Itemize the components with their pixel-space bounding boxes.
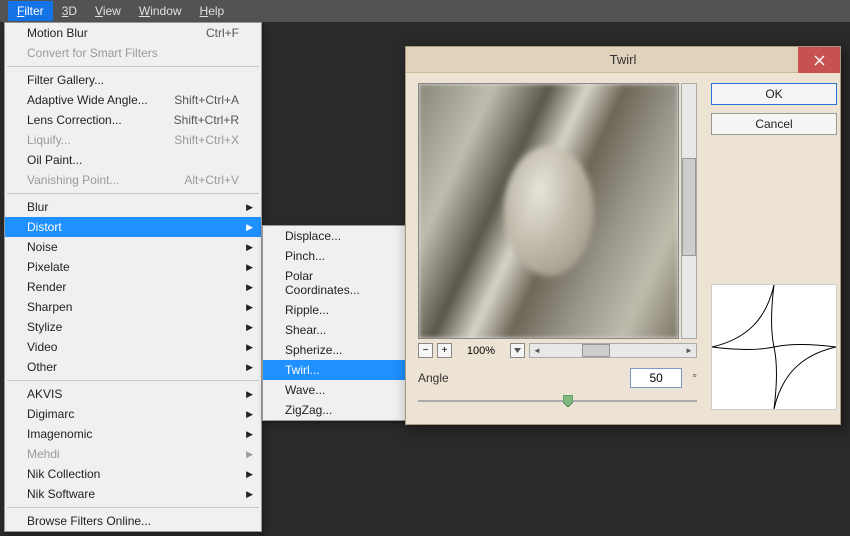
submenu-arrow-icon: ▶ (246, 362, 253, 373)
menubar: Filter3DViewWindowHelp (0, 0, 850, 22)
submenu-arrow-icon: ▶ (246, 449, 253, 460)
dialog-right-column: OK Cancel (711, 83, 837, 410)
submenu-arrow-icon: ▶ (246, 282, 253, 293)
menubar-item-window[interactable]: Window (130, 1, 191, 21)
dialog-titlebar[interactable]: Twirl (406, 47, 840, 73)
close-button[interactable] (798, 47, 840, 73)
menu-item-distort[interactable]: Distort▶ (5, 217, 261, 237)
scroll-right-arrow[interactable]: ► (682, 344, 696, 357)
menu-item-video[interactable]: Video▶ (5, 337, 261, 357)
distort-submenu: Displace...Pinch...Polar Coordinates...R… (262, 225, 408, 421)
menu-item-akvis[interactable]: AKVIS▶ (5, 384, 261, 404)
dialog-title: Twirl (610, 52, 637, 67)
submenu-arrow-icon: ▶ (246, 342, 253, 353)
submenu-arrow-icon: ▶ (246, 322, 253, 333)
submenu-arrow-icon: ▶ (246, 202, 253, 213)
menu-item-other[interactable]: Other▶ (5, 357, 261, 377)
submenu-item-spherize[interactable]: Spherize... (263, 340, 407, 360)
menu-item-adaptive-wide-angle[interactable]: Adaptive Wide Angle...Shift+Ctrl+A (5, 90, 261, 110)
menubar-item-view[interactable]: View (86, 1, 130, 21)
submenu-arrow-icon: ▶ (246, 242, 253, 253)
menu-item-motion-blur[interactable]: Motion BlurCtrl+F (5, 23, 261, 43)
degree-symbol: ° (692, 371, 697, 385)
menu-item-oil-paint[interactable]: Oil Paint... (5, 150, 261, 170)
menu-item-noise[interactable]: Noise▶ (5, 237, 261, 257)
close-icon (814, 55, 825, 66)
submenu-arrow-icon: ▶ (246, 429, 253, 440)
menu-item-digimarc[interactable]: Digimarc▶ (5, 404, 261, 424)
zoom-dropdown[interactable] (510, 343, 525, 358)
submenu-item-twirl[interactable]: Twirl... (263, 360, 407, 380)
submenu-arrow-icon: ▶ (246, 469, 253, 480)
submenu-arrow-icon: ▶ (246, 389, 253, 400)
twirl-dialog: Twirl − + 100% (405, 46, 841, 425)
menu-separator (7, 66, 259, 67)
submenu-arrow-icon: ▶ (246, 222, 253, 233)
menu-item-blur[interactable]: Blur▶ (5, 197, 261, 217)
menu-item-pixelate[interactable]: Pixelate▶ (5, 257, 261, 277)
scrollbar-thumb[interactable] (582, 344, 610, 357)
menu-item-render[interactable]: Render▶ (5, 277, 261, 297)
menu-item-stylize[interactable]: Stylize▶ (5, 317, 261, 337)
menu-item-convert-for-smart-filters: Convert for Smart Filters (5, 43, 261, 63)
menu-separator (7, 193, 259, 194)
submenu-item-wave[interactable]: Wave... (263, 380, 407, 400)
submenu-item-displace[interactable]: Displace... (263, 226, 407, 246)
menu-item-mehdi: Mehdi▶ (5, 444, 261, 464)
ok-button[interactable]: OK (711, 83, 837, 105)
submenu-item-ripple[interactable]: Ripple... (263, 300, 407, 320)
dialog-body: − + 100% ◄ ► Angle ° (406, 73, 840, 424)
cancel-button[interactable]: Cancel (711, 113, 837, 135)
menubar-item-filter[interactable]: Filter (8, 1, 53, 21)
menu-item-vanishing-point: Vanishing Point...Alt+Ctrl+V (5, 170, 261, 190)
angle-label: Angle (418, 371, 449, 385)
preview-wrap (418, 83, 697, 339)
menu-separator (7, 507, 259, 508)
angle-slider[interactable] (418, 392, 697, 410)
menu-item-imagenomic[interactable]: Imagenomic▶ (5, 424, 261, 444)
angle-input[interactable] (630, 368, 682, 388)
menu-item-liquify: Liquify...Shift+Ctrl+X (5, 130, 261, 150)
scrollbar-thumb[interactable] (682, 158, 696, 256)
submenu-arrow-icon: ▶ (246, 489, 253, 500)
submenu-item-shear[interactable]: Shear... (263, 320, 407, 340)
dialog-left-column: − + 100% ◄ ► Angle ° (418, 83, 697, 410)
menu-item-sharpen[interactable]: Sharpen▶ (5, 297, 261, 317)
slider-track (418, 400, 697, 402)
twirl-curve-icon (712, 285, 836, 409)
submenu-arrow-icon: ▶ (246, 262, 253, 273)
submenu-item-polar-coordinates[interactable]: Polar Coordinates... (263, 266, 407, 300)
submenu-item-pinch[interactable]: Pinch... (263, 246, 407, 266)
slider-thumb[interactable] (563, 395, 573, 407)
twirl-curve-preview (711, 284, 837, 410)
menu-item-browse-filters-online[interactable]: Browse Filters Online... (5, 511, 261, 531)
zoom-in-button[interactable]: + (437, 343, 452, 358)
preview-image-subject (504, 146, 594, 276)
filter-dropdown: Motion BlurCtrl+FConvert for Smart Filte… (4, 22, 262, 532)
preview-horizontal-scrollbar[interactable]: ◄ ► (529, 343, 697, 358)
submenu-arrow-icon: ▶ (246, 409, 253, 420)
zoom-value: 100% (456, 345, 506, 357)
menu-item-nik-software[interactable]: Nik Software▶ (5, 484, 261, 504)
zoom-controls: − + 100% ◄ ► (418, 343, 697, 358)
submenu-item-zigzag[interactable]: ZigZag... (263, 400, 407, 420)
preview-vertical-scrollbar[interactable] (681, 83, 697, 339)
menu-item-filter-gallery[interactable]: Filter Gallery... (5, 70, 261, 90)
chevron-down-icon (514, 348, 521, 353)
menubar-item-help[interactable]: Help (191, 1, 234, 21)
scrollbar-track[interactable] (544, 344, 682, 357)
submenu-arrow-icon: ▶ (246, 302, 253, 313)
angle-row: Angle ° (418, 368, 697, 388)
menu-item-lens-correction[interactable]: Lens Correction...Shift+Ctrl+R (5, 110, 261, 130)
menubar-item-3d[interactable]: 3D (53, 1, 86, 21)
scroll-left-arrow[interactable]: ◄ (530, 344, 544, 357)
filter-preview[interactable] (418, 83, 679, 339)
zoom-out-button[interactable]: − (418, 343, 433, 358)
menu-item-nik-collection[interactable]: Nik Collection▶ (5, 464, 261, 484)
menu-separator (7, 380, 259, 381)
